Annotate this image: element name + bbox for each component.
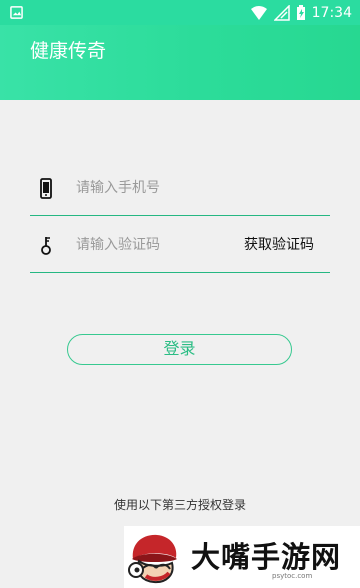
- status-time: 17:34: [311, 5, 352, 21]
- key-icon: [41, 237, 51, 255]
- watermark-banner: 大嘴手游网 psytoc.com: [124, 526, 360, 588]
- phone-field: [30, 160, 330, 216]
- get-code-button[interactable]: 获取验证码: [244, 233, 314, 255]
- third-party-login-label: 使用以下第三方授权登录: [113, 498, 246, 512]
- page-title: 健康传奇: [30, 40, 107, 62]
- verification-code-input[interactable]: [76, 231, 256, 259]
- login-button[interactable]: 登录: [67, 334, 292, 365]
- verification-code-field: 获取验证码: [30, 217, 330, 273]
- app-header: 17:34 健康传奇: [0, 0, 360, 100]
- status-bar: 17:34: [0, 0, 360, 25]
- phone-input[interactable]: [76, 174, 256, 202]
- gallery-icon: [10, 6, 23, 19]
- battery-charging-icon: [296, 5, 305, 20]
- signal-icon: [273, 5, 290, 21]
- wifi-icon: [250, 6, 267, 20]
- watermark-domain-text: psytoc.com: [272, 572, 313, 580]
- watermark-brand-text: 大嘴手游网: [191, 540, 342, 574]
- status-right-group: 17:34: [250, 3, 352, 23]
- mobile-phone-icon: [40, 178, 52, 199]
- mascot-logo-icon: [128, 534, 177, 584]
- login-screen: 17:34 健康传奇 获取验证码 登录 使用以下第三方授权登录: [0, 0, 360, 588]
